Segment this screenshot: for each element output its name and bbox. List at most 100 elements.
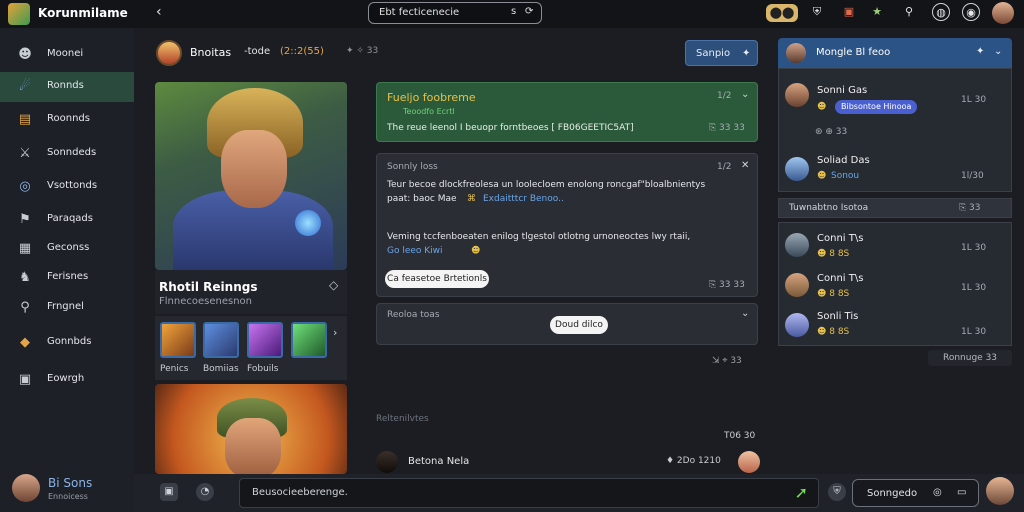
sidebar-item-0[interactable]: ☻ Moonei xyxy=(0,40,134,70)
hero-gem xyxy=(295,210,321,236)
coin-balance-badge[interactable]: ⬤⬤ xyxy=(766,4,798,22)
card-time: 1/2 xyxy=(717,162,732,172)
chevron-down-icon[interactable]: ⌄ xyxy=(741,89,749,100)
star-icon[interactable]: ★ xyxy=(868,3,886,21)
profile-subtitle: Flnnecoesenesnon xyxy=(159,296,252,307)
send-icon[interactable]: ➚ xyxy=(795,483,808,502)
sidebar-item-4[interactable]: ◎ Vsottonds xyxy=(0,172,134,202)
avatar xyxy=(738,451,760,473)
message-card[interactable]: Sonnly loss 1/2 ✕ Teur becoe dlockfreole… xyxy=(376,153,758,297)
message-card-collapsed[interactable]: Reoloa toas ⌄ Doud dilco xyxy=(376,303,758,345)
shield-icon[interactable]: ⛨ xyxy=(828,483,846,501)
card-title: Fueljo foobreme xyxy=(387,91,476,104)
card-subtitle: Teoodfo Ecrtl xyxy=(403,107,455,116)
sparkle-icon[interactable]: ✦ xyxy=(976,46,984,57)
diamond-icon[interactable]: ◇ xyxy=(329,278,338,292)
expand-chip[interactable]: Doud dilco xyxy=(550,316,608,334)
composer-action-button[interactable]: Sonngedo ◎ ▭ xyxy=(852,479,979,507)
list-item-name: Conni T\s xyxy=(817,273,864,284)
contact-subtitle: -tode xyxy=(244,46,271,57)
sparkle-icon: ✦ xyxy=(742,48,751,59)
sender-name: Betona Nela xyxy=(408,456,470,467)
avatar xyxy=(785,273,809,297)
search-input[interactable]: Ebt fecticenecie s ⟳ xyxy=(368,2,542,24)
mention-link[interactable]: Go leeo Kiwi xyxy=(387,246,443,256)
search-icon[interactable]: s xyxy=(511,6,516,17)
sidebar-item-2[interactable]: ▤ Roonnds xyxy=(0,105,134,135)
panel-footer[interactable]: Ronnuge 33 xyxy=(928,350,1012,366)
sidebar-item-label: Vsottonds xyxy=(47,180,98,191)
sidebar-item-label: Eowrgh xyxy=(47,373,85,384)
skill-icon-1[interactable] xyxy=(160,322,196,358)
app-title: Korunmilame xyxy=(38,6,128,20)
sidebar: ☻ Moonei ☄ Ronnds ▤ Roonnds ⚔ Sonndeds ◎… xyxy=(0,28,134,512)
message-line: Teur becoe dlockfreolesa un loolecloem e… xyxy=(387,180,706,190)
list-item-name: Sonli Tis xyxy=(817,311,859,322)
mention-link[interactable]: Exdaitttcr Benoo.. xyxy=(483,194,564,204)
avatar xyxy=(785,157,809,181)
card-header: Sonnly loss xyxy=(387,162,438,172)
profile-name: Rhotil Reinngs xyxy=(159,280,258,294)
reactions: ⊛ ⊕ 33 xyxy=(815,127,848,137)
sidebar-item-label: Ronnds xyxy=(47,80,84,91)
message-line: paat: baoc Mae xyxy=(387,194,457,204)
message-line: Veming tccfenboeaten enilog tlgestol otl… xyxy=(387,232,691,242)
notification-icon[interactable]: ◉ xyxy=(962,3,980,21)
sidebar-item-7[interactable]: ♞ Ferisnes xyxy=(0,263,134,293)
sidebar-item-6[interactable]: ▦ Geconss xyxy=(0,234,134,264)
sidebar-item-9[interactable]: ◆ Gonnbds xyxy=(0,328,134,358)
message-input[interactable]: Beusocieeberenge. ➚ xyxy=(239,478,819,508)
sidebar-item-label: Paraqads xyxy=(47,213,93,224)
avatar xyxy=(785,83,809,107)
list-item-sub: ☻ 8 8S xyxy=(817,327,850,337)
skill-icon-4[interactable] xyxy=(291,322,327,358)
close-icon[interactable]: ✕ xyxy=(741,160,749,171)
clock-icon[interactable]: ◔ xyxy=(196,483,214,501)
list-item-sub: Sonou xyxy=(831,171,860,181)
refresh-icon[interactable]: ⟳ xyxy=(525,6,533,17)
sidebar-item-10[interactable]: ▣ Eowrgh xyxy=(0,365,134,395)
chevron-right-icon[interactable]: › xyxy=(333,326,337,339)
app-window: Korunmilame ‹ Ebt fecticenecie s ⟳ ⬤⬤ ⛨ … xyxy=(0,0,1024,512)
top-bar: Korunmilame ‹ Ebt fecticenecie s ⟳ ⬤⬤ ⛨ … xyxy=(0,0,1024,28)
chevron-down-icon[interactable]: ⌄ xyxy=(994,46,1002,57)
sidebar-item-8[interactable]: ⚲ Frngnel xyxy=(0,293,134,323)
skill-icon-2[interactable] xyxy=(203,322,239,358)
shield-icon[interactable]: ⛨ xyxy=(808,3,826,21)
user-avatar[interactable] xyxy=(992,2,1014,24)
sidebar-item-1[interactable]: ☄ Ronnds xyxy=(0,72,134,102)
list-item-time: 1L 30 xyxy=(961,327,987,337)
hero-portrait-2 xyxy=(155,384,347,474)
avatar[interactable] xyxy=(986,477,1014,505)
list-item-name: Sonni Gas xyxy=(817,85,868,96)
avatar xyxy=(785,313,809,337)
attach-icon[interactable]: ▣ xyxy=(160,483,178,501)
skill-icon-3[interactable] xyxy=(247,322,283,358)
sidebar-item-label: Geconss xyxy=(47,242,90,253)
section-strip[interactable]: Tuwnabtno Isotoa ⎘ 33 xyxy=(778,198,1012,218)
sidebar-item-5[interactable]: ⚑ Paraqads xyxy=(0,205,134,235)
sidebar-item-3[interactable]: ⚔ Sonndeds xyxy=(0,139,134,169)
emoji-icon: ☻ xyxy=(817,171,827,181)
reply-chip[interactable]: Ca feasetoe Brtetionls xyxy=(385,270,489,288)
list-item[interactable]: Betona Nela ♦ 2Do 1210 xyxy=(376,451,762,473)
chevron-down-icon[interactable]: ⌄ xyxy=(741,308,749,319)
message-card-highlight[interactable]: Fueljo foobreme Teoodfo Ecrtl The reue l… xyxy=(376,82,758,142)
date-label: T06 30 xyxy=(724,431,756,441)
avatar[interactable] xyxy=(156,40,182,66)
chat-footer-meta: ⇲ ⌖ 33 xyxy=(712,356,742,366)
panel-title: Mongle Bl feoo xyxy=(816,47,891,58)
header-action-button[interactable]: Sanpio ✦ xyxy=(685,40,758,66)
channel-panel-header[interactable]: Mongle Bl feoo ✦ ⌄ xyxy=(778,38,1012,68)
pin-icon[interactable]: ⚲ xyxy=(900,3,918,21)
card-footer-meta: ⎘ 33 33 xyxy=(709,123,745,133)
avatar xyxy=(376,451,398,473)
chest-icon[interactable]: ▣ xyxy=(840,3,858,21)
card-time: 1/2 xyxy=(717,91,732,101)
back-button[interactable]: ‹ xyxy=(156,4,162,20)
list-item-sub: ☻ 8 8S xyxy=(817,249,850,259)
globe-icon[interactable]: ◍ xyxy=(932,3,950,21)
sidebar-item-label: Ferisnes xyxy=(47,271,89,282)
target-icon: ◎ xyxy=(19,179,31,194)
comet-icon: ☄ xyxy=(19,79,31,94)
